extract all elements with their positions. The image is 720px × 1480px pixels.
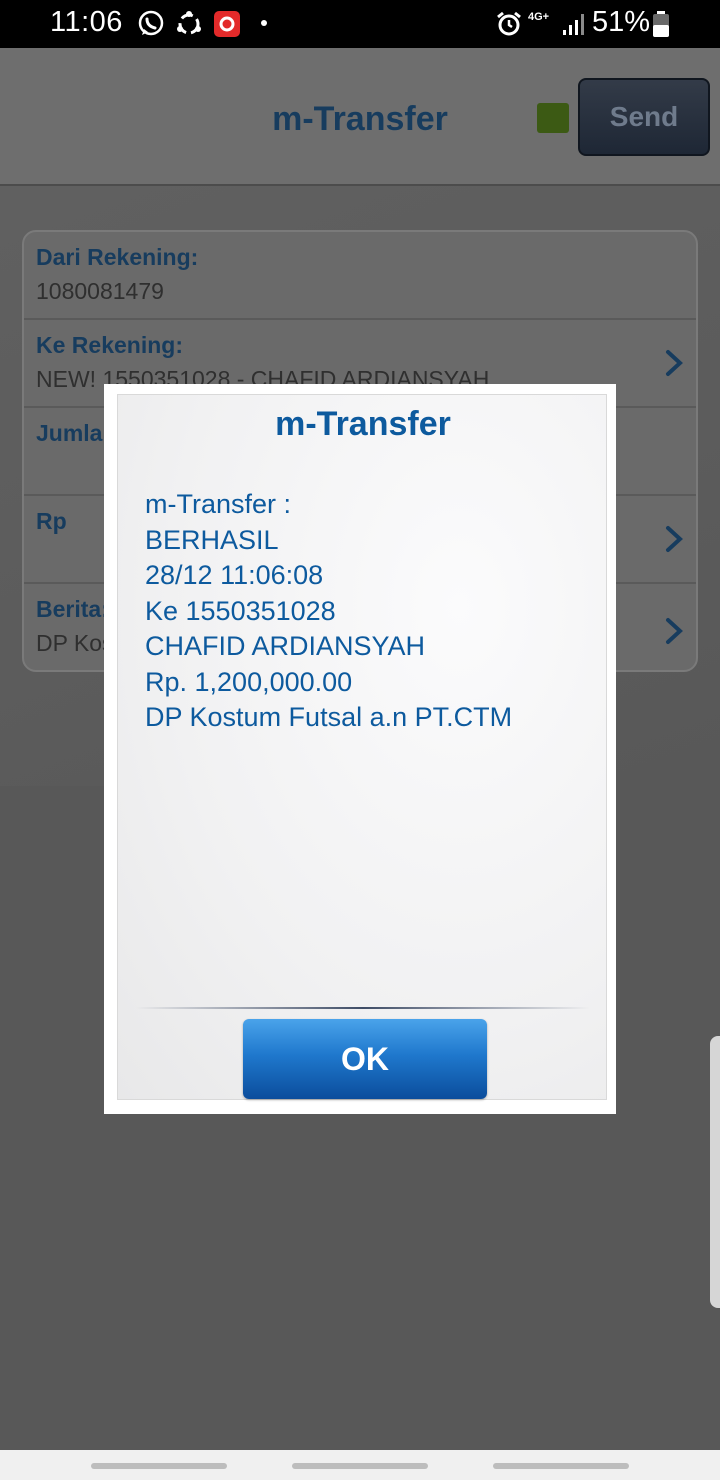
- dialog-message: m-Transfer : BERHASIL 28/12 11:06:08 Ke …: [145, 487, 512, 736]
- result-dialog: m-Transfer m-Transfer : BERHASIL 28/12 1…: [104, 384, 616, 1114]
- form-row-source-account[interactable]: Dari Rekening: 1080081479: [24, 232, 696, 320]
- form-row-label: Berita:: [36, 596, 109, 622]
- chevron-right-icon: [666, 350, 683, 376]
- sync-icon: [177, 11, 201, 35]
- ok-button[interactable]: OK: [243, 1019, 487, 1099]
- navigation-bar: [0, 1450, 720, 1480]
- home-button[interactable]: [292, 1463, 428, 1469]
- form-row-label: Ke Rekening:: [36, 332, 183, 358]
- recorder-icon: [214, 11, 240, 37]
- chevron-right-icon: [666, 526, 683, 552]
- dialog-divider: [136, 1007, 590, 1009]
- edge-panel-handle[interactable]: [710, 1036, 720, 1308]
- back-button[interactable]: [493, 1463, 629, 1469]
- network-type: 4G+: [528, 11, 550, 23]
- battery-percent: 51%: [591, 6, 650, 38]
- message-line: 28/12 11:06:08: [145, 560, 324, 590]
- dialog-title: m-Transfer: [275, 405, 451, 443]
- status-time: 11:06: [50, 6, 123, 38]
- message-line: DP Kostum Futsal a.n PT.CTM: [145, 702, 513, 732]
- message-line: m-Transfer :: [145, 489, 292, 519]
- message-line: CHAFID ARDIANSYAH: [145, 631, 426, 661]
- chevron-right-icon: [666, 618, 683, 644]
- alarm-icon: [497, 11, 521, 36]
- signal-icon: [563, 14, 584, 35]
- connection-status-indicator: [537, 103, 569, 133]
- app-header: m-Transfer Send: [0, 48, 720, 186]
- dialog-body: m-Transfer m-Transfer : BERHASIL 28/12 1…: [117, 394, 607, 1100]
- whatsapp-icon: [138, 10, 164, 36]
- notification-dot: [261, 20, 267, 26]
- status-bar: 11:06 4G+ 51%: [0, 0, 720, 48]
- form-row-label: Rp: [36, 508, 67, 534]
- message-line: BERHASIL: [145, 524, 279, 555]
- form-row-label: Dari Rekening:: [36, 244, 199, 270]
- battery-icon: [653, 11, 669, 37]
- form-row-value: 1080081479: [36, 278, 164, 304]
- message-line: Rp. 1,200,000.00: [145, 666, 353, 697]
- recents-button[interactable]: [91, 1463, 227, 1469]
- send-button[interactable]: Send: [578, 78, 710, 156]
- message-line: Ke 1550351028: [145, 595, 336, 626]
